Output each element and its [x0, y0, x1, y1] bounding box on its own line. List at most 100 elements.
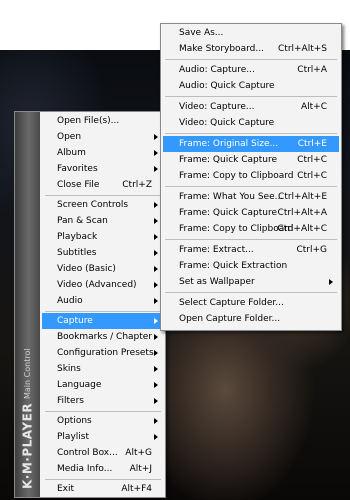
- menu-item-label: Exit: [57, 484, 75, 494]
- menu-item-label: Playback: [57, 232, 98, 242]
- submenu-item-label: Audio: Quick Capture: [179, 81, 275, 91]
- submenu-item-frame-quick-extraction[interactable]: Frame: Quick Extraction: [163, 258, 339, 274]
- submenu-item-frame-original-size[interactable]: Frame: Original Size... Ctrl+E: [163, 136, 339, 152]
- submenu-item-label: Save As...: [179, 28, 224, 38]
- submenu-separator: [165, 239, 337, 240]
- submenu-item-label: Select Capture Folder...: [179, 298, 284, 308]
- submenu-item-shortcut: Ctrl+Alt+A: [277, 208, 327, 218]
- menu-side-banner: K·M·PLAYER Main Control: [15, 112, 40, 497]
- menu-item-capture[interactable]: Capture: [42, 313, 164, 329]
- submenu-item-set-as-wallpaper[interactable]: Set as Wallpaper: [163, 274, 339, 290]
- submenu-item-label: Make Storyboard...: [179, 44, 264, 54]
- menu-item-language[interactable]: Language: [42, 377, 164, 393]
- submenu-arrow-icon: [154, 298, 158, 304]
- submenu-item-frame-quick-capture-2[interactable]: Frame: Quick Capture Ctrl+Alt+A: [163, 205, 339, 221]
- menu-item-close-file[interactable]: Close File Ctrl+Z: [42, 177, 164, 193]
- submenu-item-make-storyboard[interactable]: Make Storyboard... Ctrl+Alt+S: [163, 41, 339, 57]
- menu-item-playlist[interactable]: Playlist: [42, 429, 164, 445]
- menu-item-open[interactable]: Open: [42, 129, 164, 145]
- menu-separator: [45, 411, 161, 412]
- menu-item-label: Subtitles: [57, 248, 97, 258]
- submenu-item-label: Frame: Quick Capture: [179, 155, 278, 165]
- submenu-item-open-capture-folder[interactable]: Open Capture Folder...: [163, 311, 339, 327]
- menu-item-screen-controls[interactable]: Screen Controls: [42, 197, 164, 213]
- submenu-item-shortcut: Ctrl+C: [297, 155, 327, 165]
- menu-item-label: Video (Basic): [57, 264, 116, 274]
- submenu-item-shortcut: Ctrl+G: [296, 245, 327, 255]
- side-banner-text: K·M·PLAYER Main Control: [18, 109, 37, 489]
- submenu-item-video-quick-capture[interactable]: Video: Quick Capture: [163, 115, 339, 131]
- menu-item-subtitles[interactable]: Subtitles: [42, 245, 164, 261]
- submenu-item-frame-copy-clipboard[interactable]: Frame: Copy to Clipboard Ctrl+C: [163, 168, 339, 184]
- submenu-item-shortcut: Ctrl+E: [297, 139, 327, 149]
- menu-item-video-basic[interactable]: Video (Basic): [42, 261, 164, 277]
- submenu-item-label: Video: Capture...: [179, 102, 255, 112]
- submenu-item-frame-quick-capture[interactable]: Frame: Quick Capture Ctrl+C: [163, 152, 339, 168]
- menu-item-audio[interactable]: Audio: [42, 293, 164, 309]
- submenu-arrow-icon: [154, 282, 158, 288]
- submenu-item-frame-what-you-see[interactable]: Frame: What You See... Ctrl+Alt+E: [163, 189, 339, 205]
- menu-item-shortcut: Alt+G: [125, 448, 152, 458]
- submenu-item-shortcut: Alt+C: [300, 102, 327, 112]
- submenu-item-audio-quick-capture[interactable]: Audio: Quick Capture: [163, 78, 339, 94]
- submenu-arrow-icon: [154, 218, 158, 224]
- menu-item-label: Open File(s)...: [57, 116, 120, 126]
- menu-item-label: Language: [57, 380, 102, 390]
- submenu-arrow-icon: [154, 434, 158, 440]
- menu-item-label: Media Info...: [57, 464, 113, 474]
- menu-separator: [45, 195, 161, 196]
- menu-item-shortcut: Alt+J: [129, 464, 152, 474]
- submenu-item-select-capture-folder[interactable]: Select Capture Folder...: [163, 295, 339, 311]
- brand-subtitle: Main Control: [23, 348, 32, 399]
- menu-item-shortcut: Ctrl+Z: [122, 180, 152, 190]
- submenu-item-video-capture[interactable]: Video: Capture... Alt+C: [163, 99, 339, 115]
- menu-item-label: Close File: [57, 180, 100, 190]
- submenu-item-label: Set as Wallpaper: [179, 277, 255, 287]
- submenu-item-shortcut: Ctrl+C: [297, 171, 327, 181]
- submenu-item-shortcut: Ctrl+A: [297, 65, 327, 75]
- menu-item-label: Album: [57, 148, 86, 158]
- submenu-item-frame-extract[interactable]: Frame: Extract... Ctrl+G: [163, 242, 339, 258]
- menu-item-label: Capture: [57, 316, 93, 326]
- menu-item-label: Playlist: [57, 432, 89, 442]
- submenu-arrow-icon: [154, 350, 158, 356]
- submenu-arrow-icon: [154, 366, 158, 372]
- submenu-item-audio-capture[interactable]: Audio: Capture... Ctrl+A: [163, 62, 339, 78]
- brand-logo-text: K·M·PLAYER: [20, 402, 35, 489]
- submenu-arrow-icon: [154, 202, 158, 208]
- submenu-arrow-icon: [154, 418, 158, 424]
- menu-item-album[interactable]: Album: [42, 145, 164, 161]
- menu-item-options[interactable]: Options: [42, 413, 164, 429]
- menu-item-control-box[interactable]: Control Box... Alt+G: [42, 445, 164, 461]
- menu-separator: [45, 479, 161, 480]
- menu-item-label: Control Box...: [57, 448, 118, 458]
- submenu-separator: [165, 186, 337, 187]
- menu-item-label: Video (Advanced): [57, 280, 137, 290]
- submenu-item-label: Frame: Extract...: [179, 245, 254, 255]
- menu-item-favorites[interactable]: Favorites: [42, 161, 164, 177]
- menu-item-media-info[interactable]: Media Info... Alt+J: [42, 461, 164, 477]
- submenu-arrow-icon: [154, 166, 158, 172]
- submenu-arrow-icon: [154, 134, 158, 140]
- submenu-separator: [165, 96, 337, 97]
- menu-item-configuration-presets[interactable]: Configuration Presets: [42, 345, 164, 361]
- menu-item-filters[interactable]: Filters: [42, 393, 164, 409]
- menu-item-playback[interactable]: Playback: [42, 229, 164, 245]
- submenu-separator: [165, 59, 337, 60]
- menu-item-open-files[interactable]: Open File(s)...: [42, 113, 164, 129]
- menu-item-bookmarks-chapter[interactable]: Bookmarks / Chapter: [42, 329, 164, 345]
- submenu-arrow-icon: [154, 150, 158, 156]
- submenu-arrow-icon: [154, 250, 158, 256]
- menu-item-skins[interactable]: Skins: [42, 361, 164, 377]
- menu-item-pan-scan[interactable]: Pan & Scan: [42, 213, 164, 229]
- menu-item-exit[interactable]: Exit Alt+F4: [42, 481, 164, 497]
- submenu-item-label: Frame: Quick Capture: [179, 208, 278, 218]
- menu-item-label: Filters: [57, 396, 84, 406]
- submenu-item-save-as[interactable]: Save As...: [163, 25, 339, 41]
- submenu-item-shortcut: Ctrl+Alt+E: [278, 192, 327, 202]
- submenu-item-frame-copy-clipboard-2[interactable]: Frame: Copy to Clipboard Ctrl+Alt+C: [163, 221, 339, 237]
- menu-item-label: Screen Controls: [57, 200, 129, 210]
- menu-item-shortcut: Alt+F4: [121, 484, 152, 494]
- menu-item-video-advanced[interactable]: Video (Advanced): [42, 277, 164, 293]
- submenu-item-label: Frame: Quick Extraction: [179, 261, 288, 271]
